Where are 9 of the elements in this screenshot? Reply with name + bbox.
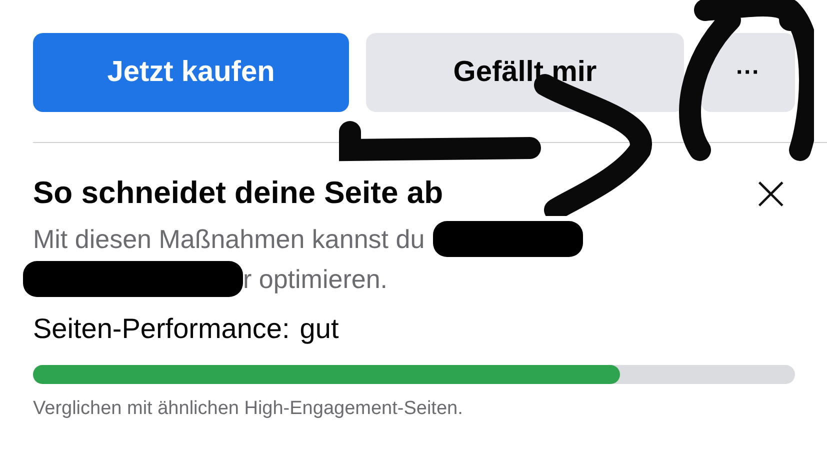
close-button[interactable]: ×	[750, 173, 791, 213]
performance-value: gut	[300, 313, 339, 345]
performance-label: Seiten-Performance:	[33, 313, 290, 345]
description-text: r optimieren.	[243, 263, 388, 296]
description-text: Mit diesen Maßnahmen kannst du	[33, 223, 425, 256]
like-button[interactable]: Gefällt mir	[366, 33, 684, 112]
card-title: So schneidet deine Seite ab	[33, 175, 444, 211]
buy-button[interactable]: Jetzt kaufen	[33, 33, 349, 112]
comparison-note: Verglichen mit ähnlichen High-Engagement-Seiten.	[33, 398, 464, 420]
